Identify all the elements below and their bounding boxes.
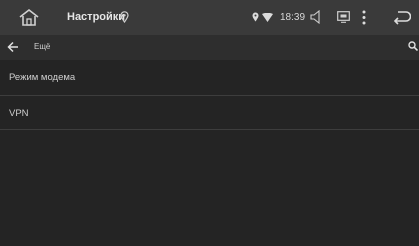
wifi-icon	[262, 13, 273, 22]
page-title: Ещё	[34, 42, 51, 51]
clock: 18:39	[280, 12, 306, 23]
home-icon[interactable]	[18, 8, 40, 27]
status-location-icon	[252, 12, 259, 22]
settings-list: Режим модема VPN	[0, 60, 419, 130]
list-item-label: VPN	[9, 108, 29, 119]
screen: Настройки 18:39 Ещё Режим модема VPN	[0, 0, 419, 246]
system-back-icon[interactable]	[393, 9, 411, 25]
action-bar: Ещё	[0, 35, 419, 60]
back-arrow-icon[interactable]	[7, 41, 19, 53]
list-item-label: Режим модема	[9, 72, 76, 83]
search-icon[interactable]	[408, 41, 418, 51]
status-bar: Настройки 18:39	[0, 0, 419, 35]
status-title: Настройки	[67, 11, 126, 23]
list-item-tethering[interactable]: Режим модема	[0, 60, 419, 96]
location-pin-icon	[120, 11, 129, 23]
screen-icon[interactable]	[337, 11, 350, 23]
volume-icon[interactable]	[310, 10, 322, 24]
more-vertical-icon[interactable]	[362, 10, 366, 25]
list-item-vpn[interactable]: VPN	[0, 96, 419, 130]
